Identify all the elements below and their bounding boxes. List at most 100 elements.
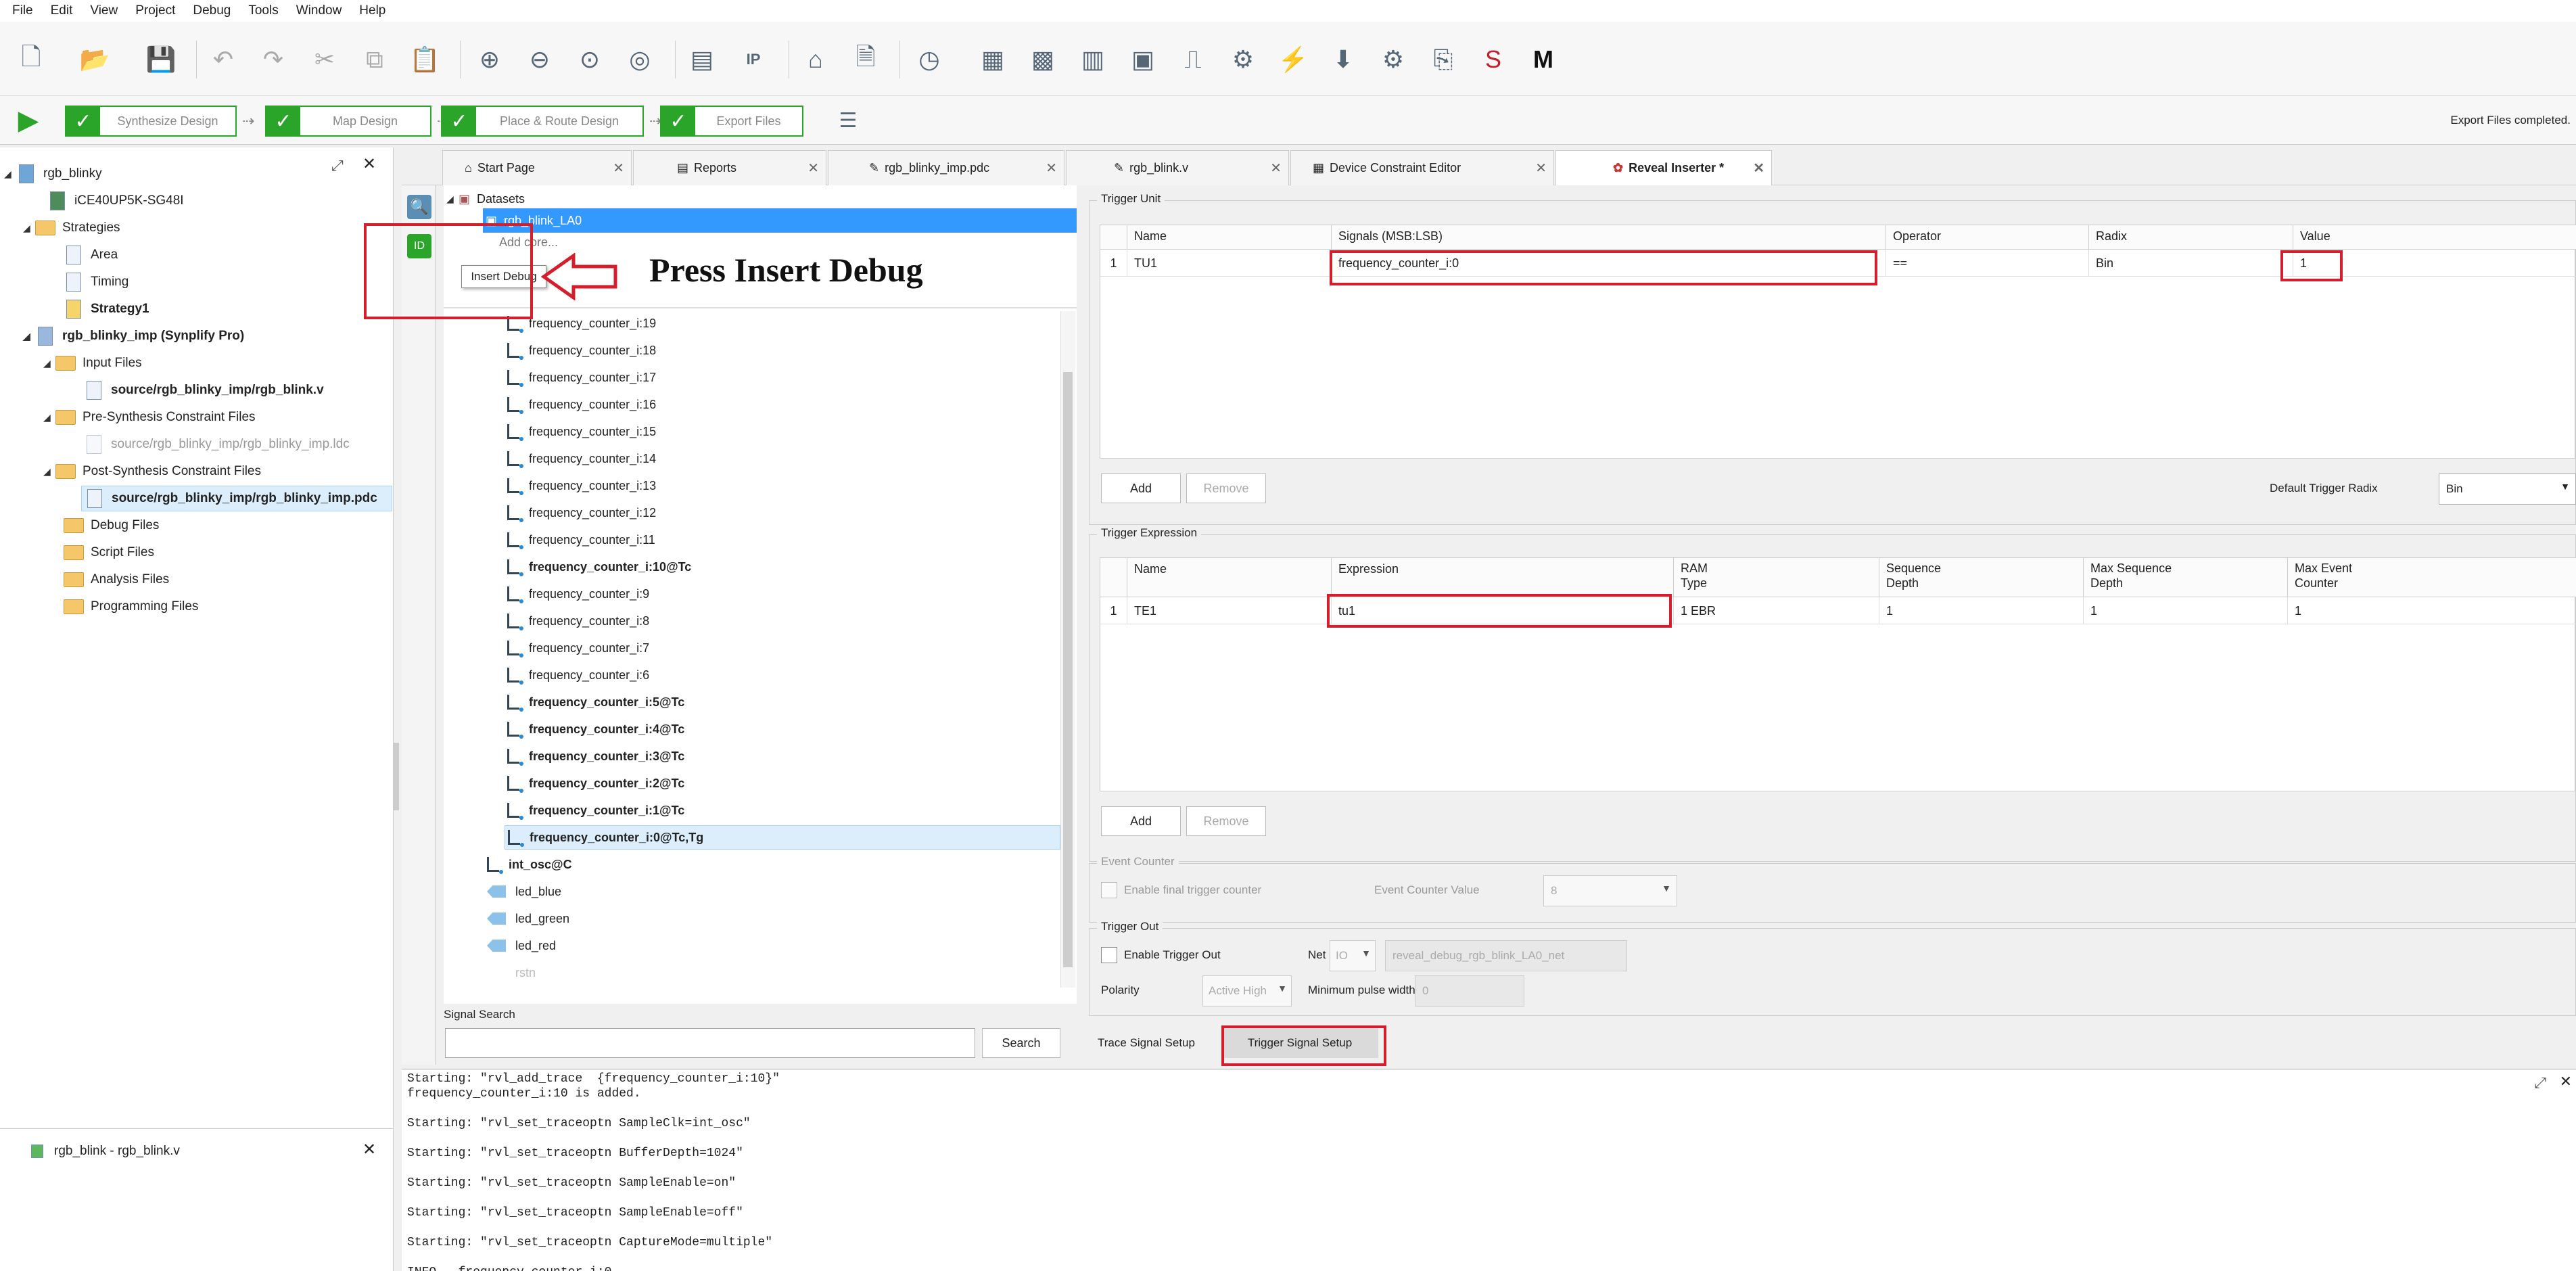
export-icon[interactable]: ⎘	[1424, 41, 1462, 78]
hierarchy-item[interactable]: rgb_blink - rgb_blink.v	[27, 1138, 180, 1164]
tree-pre-syn[interactable]: ◢ Pre-Synthesis Constraint Files	[43, 405, 256, 430]
signal-row[interactable]: frequency_counter_i:18	[507, 338, 656, 363]
tree-strategy-area[interactable]: Area	[64, 242, 118, 268]
save-icon[interactable]: 💾	[142, 41, 180, 78]
net-type-select[interactable]: IO ▼	[1330, 940, 1376, 971]
waveform-icon[interactable]: ⎍	[1174, 41, 1212, 78]
cut-icon[interactable]: ✂	[306, 41, 344, 78]
te-ram-type-cell[interactable]: 1 EBR	[1674, 597, 1879, 624]
signal-row[interactable]: frequency_counter_i:5@Tc	[507, 690, 684, 714]
close-panel-icon[interactable]: ✕	[362, 1140, 376, 1159]
te-name-cell[interactable]: TE1	[1127, 597, 1332, 624]
floorplan-icon[interactable]: ▩	[1024, 41, 1062, 78]
undock-icon[interactable]: ⤢	[2534, 1075, 2546, 1092]
tab-device-constraint-editor[interactable]: ▦ Device Constraint Editor ✕	[1290, 150, 1554, 185]
port-row[interactable]: led_blue	[487, 879, 561, 904]
modelsim-icon[interactable]: M	[1524, 41, 1562, 78]
reveal-analyzer-icon[interactable]: ⚙	[1224, 41, 1262, 78]
task-list-icon[interactable]: ☰	[829, 101, 867, 139]
ip-catalog-icon[interactable]: IP	[734, 41, 772, 78]
net-value-field[interactable]: reveal_debug_rgb_blink_LA0_net	[1385, 940, 1627, 971]
event-counter-value-select[interactable]: 8 ▼	[1543, 875, 1677, 906]
tab-rgb-blink-v[interactable]: ✎ rgb_blink.v ✕	[1066, 150, 1289, 185]
splitter-handle[interactable]	[394, 743, 399, 810]
device-view-icon[interactable]: ▥	[1074, 41, 1112, 78]
design-rule-check-icon[interactable]: 🔍	[407, 195, 431, 219]
tree-root[interactable]: ◢ rgb_blinky	[4, 161, 102, 187]
port-row[interactable]: led_red	[487, 933, 556, 958]
tree-strategy-1[interactable]: Strategy1	[64, 296, 149, 322]
te-max-sequence-depth-cell[interactable]: 1	[2084, 597, 2288, 624]
tree-strategies[interactable]: ◢ Strategies	[23, 215, 120, 241]
zoom-fit-icon[interactable]: ⊙	[571, 41, 609, 78]
remove-trigger-unit-button[interactable]: Remove	[1186, 473, 1266, 503]
zoom-in-icon[interactable]: ⊕	[471, 41, 509, 78]
tu-radix-cell[interactable]: Bin	[2089, 250, 2293, 277]
tree-analysis-files[interactable]: Analysis Files	[64, 567, 169, 593]
enable-final-counter-checkbox[interactable]	[1101, 882, 1117, 898]
port-row[interactable]: int_osc@C	[487, 852, 572, 877]
menu-edit[interactable]: Edit	[51, 3, 73, 18]
zoom-out-icon[interactable]: ⊖	[521, 41, 559, 78]
tree-strategy-timing[interactable]: Timing	[64, 269, 128, 295]
signal-row[interactable]: frequency_counter_i:9	[507, 582, 649, 606]
step-synthesize[interactable]: ✓ Synthesize Design	[65, 106, 237, 137]
tree-debug-files[interactable]: Debug Files	[64, 513, 159, 538]
signal-search-input[interactable]	[445, 1028, 975, 1058]
menu-project[interactable]: Project	[135, 3, 175, 18]
signal-row[interactable]: frequency_counter_i:16	[507, 392, 656, 417]
step-map[interactable]: ✓ Map Design	[265, 106, 431, 137]
tu-name-cell[interactable]: TU1	[1127, 250, 1332, 277]
paste-icon[interactable]: 📋	[406, 41, 444, 78]
signal-row[interactable]: frequency_counter_i:12	[507, 501, 656, 525]
tree-implementation[interactable]: ◢ rgb_blinky_imp (Synplify Pro)	[23, 323, 244, 349]
output-console[interactable]: Starting: "rvl_add_trace {frequency_coun…	[402, 1069, 2576, 1271]
signal-row[interactable]: frequency_counter_i:3@Tc	[507, 744, 684, 768]
tree-device[interactable]: iCE40UP5K-SG48I	[47, 188, 184, 214]
synplify-icon[interactable]: S	[1474, 41, 1512, 78]
tab-trace-signal-setup[interactable]: Trace Signal Setup	[1089, 1030, 1204, 1057]
redo-icon[interactable]: ↷	[254, 41, 292, 78]
close-tab-icon[interactable]: ✕	[807, 160, 819, 177]
close-tab-icon[interactable]: ✕	[1753, 160, 1764, 177]
close-tab-icon[interactable]: ✕	[1046, 160, 1057, 177]
tab-reveal-inserter[interactable]: ✿ Reveal Inserter * ✕	[1555, 150, 1772, 185]
tab-pdc[interactable]: ✎ rgb_blinky_imp.pdc ✕	[828, 150, 1064, 185]
signal-row[interactable]: frequency_counter_i:11	[507, 528, 655, 552]
min-pulse-field[interactable]: 0	[1415, 975, 1524, 1007]
signal-row[interactable]: frequency_counter_i:0@Tc,Tg	[505, 825, 1060, 850]
tree-input-files[interactable]: ◢ Input Files	[43, 350, 142, 376]
signal-row[interactable]: frequency_counter_i:6	[507, 663, 649, 687]
power-calculator-icon[interactable]: ⚡	[1274, 41, 1312, 78]
signal-row[interactable]: frequency_counter_i:7	[507, 636, 649, 660]
menu-view[interactable]: View	[90, 3, 118, 18]
add-trigger-unit-button[interactable]: Add	[1101, 473, 1181, 503]
signal-row[interactable]: frequency_counter_i:4@Tc	[507, 717, 684, 741]
open-folder-icon[interactable]: 📂	[76, 41, 114, 78]
signal-row[interactable]: frequency_counter_i:15	[507, 419, 656, 444]
tree-script-files[interactable]: Script Files	[64, 540, 154, 565]
timing-view-icon[interactable]: ▣	[1124, 41, 1162, 78]
report-icon[interactable]: ▤	[683, 41, 721, 78]
close-panel-icon[interactable]: ✕	[2560, 1073, 2572, 1090]
close-tab-icon[interactable]: ✕	[613, 160, 624, 177]
settings-gears-icon[interactable]: ⚙	[1374, 41, 1412, 78]
default-radix-select[interactable]: Bin ▼	[2439, 473, 2576, 505]
signal-row[interactable]: frequency_counter_i:10@Tc	[507, 555, 691, 579]
close-tab-icon[interactable]: ✕	[1270, 160, 1282, 177]
programmer-icon[interactable]: ⬇	[1324, 41, 1362, 78]
te-max-event-counter-cell[interactable]: 1	[2288, 597, 2576, 624]
run-icon[interactable]: ▶	[9, 101, 47, 139]
step-place-route[interactable]: ✓ Place & Route Design	[441, 106, 644, 137]
new-file-icon[interactable]: 🗋	[12, 41, 50, 78]
menu-help[interactable]: Help	[359, 3, 385, 18]
menu-tools[interactable]: Tools	[248, 3, 278, 18]
tab-start-page[interactable]: ⌂ Start Page ✕	[442, 150, 632, 185]
signal-row[interactable]: frequency_counter_i:1@Tc	[507, 798, 684, 823]
signal-row[interactable]: frequency_counter_i:13	[507, 473, 656, 498]
netlist-icon[interactable]: ▦	[974, 41, 1012, 78]
te-sequence-depth-cell[interactable]: 1	[1879, 597, 2084, 624]
core-node[interactable]: ▣ rgb_blink_LA0	[483, 208, 1077, 233]
menu-debug[interactable]: Debug	[193, 3, 231, 18]
scrollbar-thumb[interactable]	[1063, 372, 1073, 967]
